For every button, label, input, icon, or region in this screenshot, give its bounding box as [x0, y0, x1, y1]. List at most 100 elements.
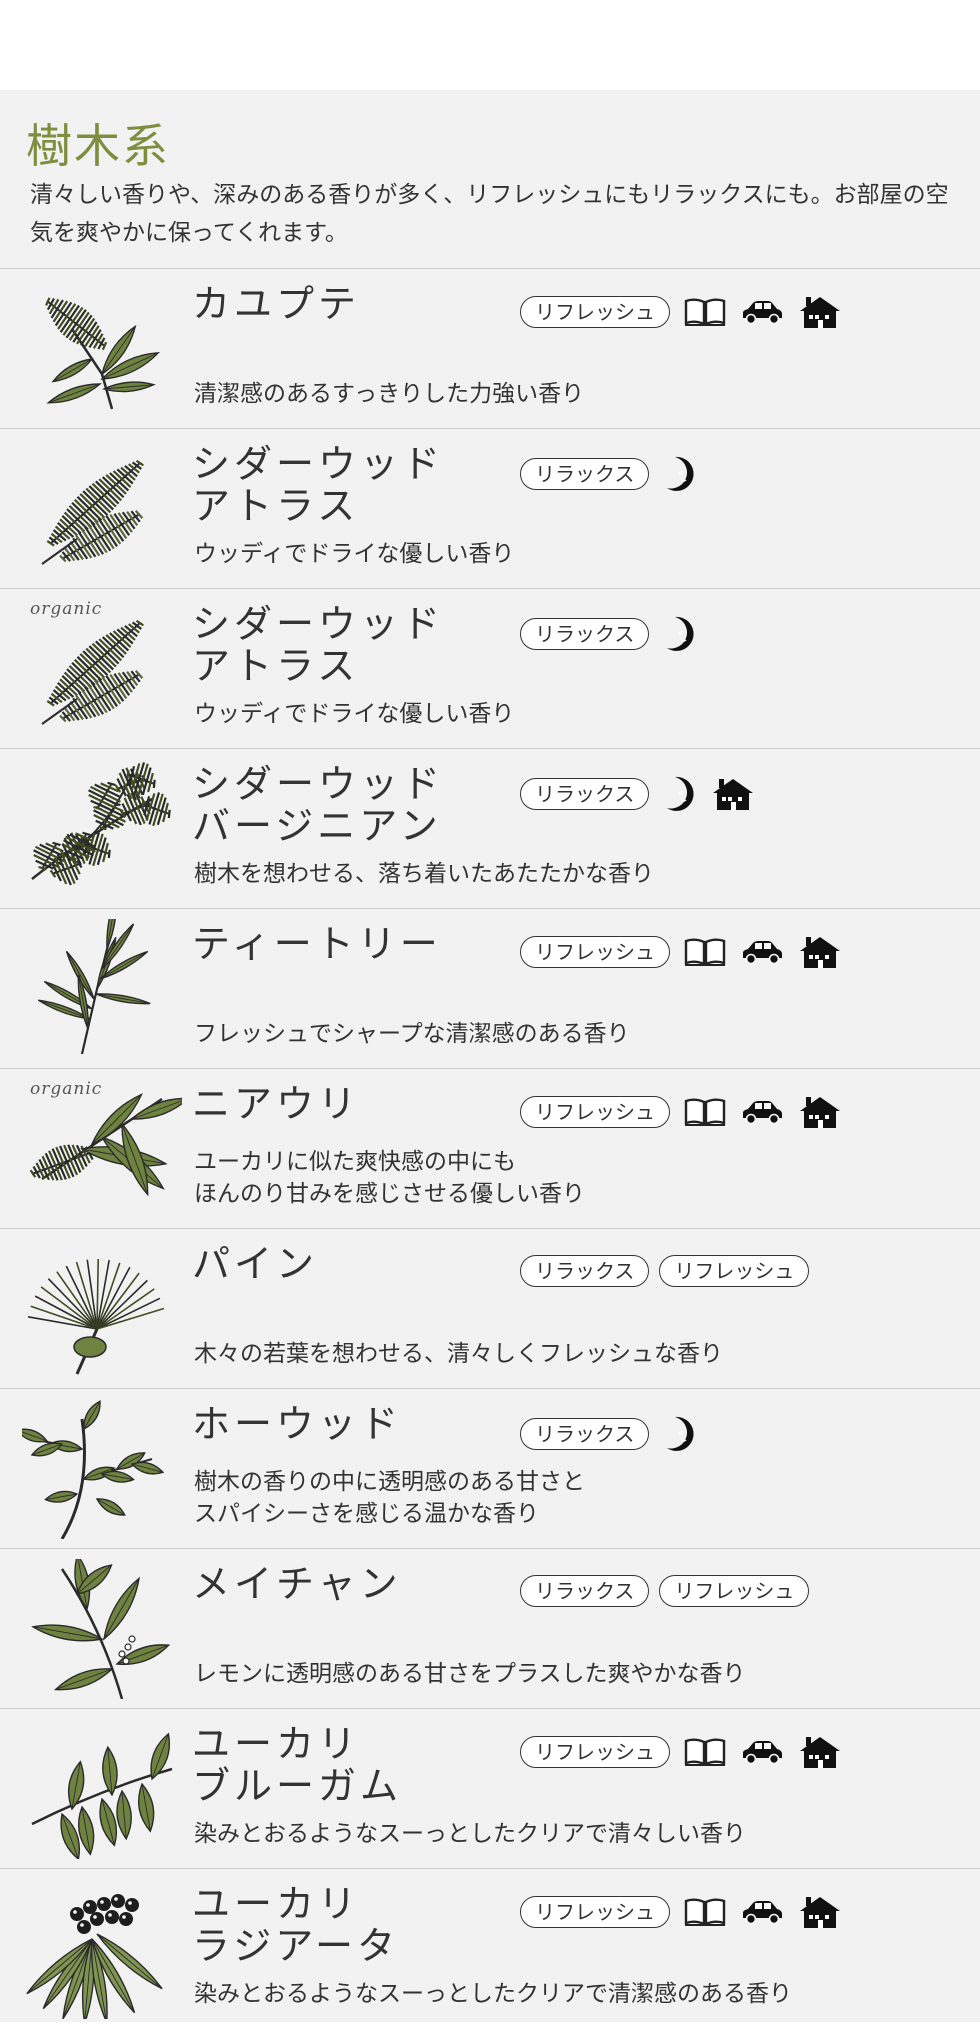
oil-name-line: メイチャン: [192, 1562, 402, 1606]
oil-name-line: シダーウッド: [192, 762, 445, 806]
oil-name: シダーウッド バージニアン: [192, 763, 444, 847]
house-icon: [798, 1895, 842, 1929]
oil-name: ティートリー: [192, 923, 442, 965]
book-icon: [684, 297, 726, 327]
oil-row: シダーウッド アトラス リラックスウッディでドライな優しい香り: [0, 428, 980, 588]
oil-name-line: アトラス: [192, 644, 360, 688]
tag-group: リラックス: [520, 775, 755, 813]
oil-description-line: ウッディでドライな優しい香り: [194, 541, 515, 567]
usage-icons: [684, 1095, 842, 1129]
usage-icons: [663, 775, 755, 813]
oil-name: ユーカリ ブルーガム: [192, 1723, 402, 1807]
oil-name-line: シダーウッド: [192, 442, 445, 486]
moon-icon: [663, 455, 697, 493]
oil-list: カユプテ リフレッシュ 清潔感のあるすっきりした力強い香り シダーウッド アトラス リラッ…: [0, 268, 980, 2028]
oil-description: 染みとおるようなスーっとしたクリアで清潔感のある香り: [194, 1978, 792, 2010]
oil-row: ユーカリ ラジアータ リフレッシュ染みとおるようなスーっとしたクリアで清潔感のある香…: [0, 1868, 980, 2028]
oil-name-line: ユーカリ: [192, 1882, 361, 1926]
car-icon: [740, 1099, 784, 1125]
oil-row: カユプテ リフレッシュ 清潔感のあるすっきりした力強い香り: [0, 268, 980, 428]
book-icon: [684, 937, 726, 967]
effect-tag: リラックス: [520, 1575, 650, 1607]
oil-name-line: ユーカリ: [192, 1722, 361, 1766]
tag-group: リフレッシュ: [520, 1095, 842, 1129]
oil-name: パイン: [192, 1243, 318, 1285]
usage-icons: [684, 935, 842, 969]
oil-row: organic ニアウリ リフレッシュ ユーカリに似た爽快感の中にもほんのり甘みを感じ…: [0, 1068, 980, 1228]
effect-tag: リフレッシュ: [520, 1896, 670, 1928]
oil-description: フレッシュでシャープな清潔感のある香り: [194, 1018, 630, 1050]
oil-description: 樹木を想わせる、落ち着いたあたたかな香り: [194, 858, 654, 890]
oil-description-line: ウッディでドライな優しい香り: [194, 701, 515, 727]
section-title: 樹木系: [26, 119, 170, 173]
effect-tag: リラックス: [520, 1418, 650, 1450]
moon-icon: [663, 775, 697, 813]
pine-illustration: [22, 1239, 182, 1379]
house-icon: [711, 777, 755, 811]
oil-name: ニアウリ: [192, 1083, 360, 1125]
usage-icons: [663, 615, 697, 653]
oil-description-line: 清潔感のあるすっきりした力強い香り: [194, 381, 585, 407]
oil-description: 清潔感のあるすっきりした力強い香り: [194, 378, 584, 410]
car-icon: [740, 1899, 784, 1925]
effect-tag: リラックス: [520, 1255, 650, 1287]
oil-description-line: ほんのり甘みを感じさせる優しい香り: [194, 1181, 585, 1207]
organic-label: organic: [30, 1079, 103, 1099]
book-icon: [684, 1737, 726, 1767]
oil-name: シダーウッド アトラス: [192, 603, 444, 687]
organic-label: organic: [30, 599, 103, 619]
oil-description-line: 樹木の香りの中に透明感のある甘さと: [194, 1469, 585, 1495]
usage-icons: [663, 1415, 697, 1453]
oil-name-line: ラジアータ: [192, 1924, 399, 1968]
house-icon: [798, 295, 842, 329]
effect-tag: リフレッシュ: [520, 936, 670, 968]
oval-leaf-illustration: [15, 1399, 182, 1540]
oil-description-line: スパイシーさを感じる温かな香り: [194, 1501, 539, 1527]
oil-name: ユーカリ ラジアータ: [192, 1883, 399, 1967]
house-icon: [798, 935, 842, 969]
tag-group: リフレッシュ: [520, 935, 842, 969]
oil-row: シダーウッド バージニアン リラックス樹木を想わせる、落ち着いたあたたかな香り: [0, 748, 980, 908]
oil-description: ユーカリに似た爽快感の中にもほんのり甘みを感じさせる優しい香り: [194, 1146, 585, 1210]
oil-row: メイチャン リラックス リフレッシュ レモンに透明感のある甘さをプラスした爽やかな香り: [0, 1548, 980, 1708]
oil-row: ホーウッド リラックス 樹木の香りの中に透明感のある甘さと スパイシーさを感じる温かな…: [0, 1388, 980, 1548]
car-icon: [740, 1739, 784, 1765]
tag-group: リラックス: [520, 615, 697, 653]
cedar-brush-illustration: [22, 439, 182, 579]
car-icon: [740, 299, 784, 325]
effect-tag: リフレッシュ: [520, 1736, 670, 1768]
book-icon: [684, 1097, 726, 1127]
round-leaf-illustration: [22, 1719, 182, 1861]
broad-leaf-illustration: [22, 1079, 191, 1219]
oil-name-line: ニアウリ: [192, 1082, 361, 1126]
oil-row: ティートリー リフレッシュフレッシュでシャープな清潔感のある香り: [0, 894, 980, 1068]
oil-name-line: シダーウッド: [192, 602, 445, 646]
oil-name-line: パイン: [192, 1242, 319, 1286]
tag-group: リラックス: [520, 455, 697, 493]
tag-group: リフレッシュ: [520, 1735, 842, 1769]
oil-row: organic シダーウッド アトラス リラックスウッディでドライな優しい香り: [0, 588, 980, 748]
oil-name: シダーウッド アトラス: [192, 443, 444, 527]
berry-illustration: [22, 1879, 182, 2024]
tag-group: リフレッシュ: [520, 295, 842, 329]
effect-tag: リラックス: [520, 778, 650, 810]
tag-group: リフレッシュ: [520, 1895, 842, 1929]
tag-group: リラックス: [520, 1415, 697, 1453]
oil-name-line: バージニアン: [192, 804, 442, 848]
oil-description-line: 染みとおるようなスーっとしたクリアで清々しい香り: [194, 1821, 746, 1847]
moon-icon: [663, 615, 697, 653]
usage-icons: [684, 1735, 842, 1769]
oil-description-line: ユーカリに似た爽快感の中にも: [194, 1149, 516, 1175]
oil-description: 木々の若葉を想わせる、清々しくフレッシュな香り: [194, 1338, 723, 1370]
oil-description: ウッディでドライな優しい香り: [194, 538, 514, 570]
effect-tag: リフレッシュ: [659, 1575, 810, 1607]
effect-tag: リフレッシュ: [520, 1096, 670, 1128]
oil-name-line: アトラス: [192, 484, 360, 528]
moon-icon: [663, 1415, 697, 1453]
long-leaf-illustration: [22, 1553, 182, 1700]
juniper-illustration: [22, 759, 182, 899]
house-icon: [798, 1095, 842, 1129]
cedar-brush-illustration: [22, 599, 182, 739]
oil-name-line: ティートリー: [192, 922, 442, 966]
oil-description-line: 木々の若葉を想わせる、清々しくフレッシュな香り: [194, 1341, 723, 1367]
